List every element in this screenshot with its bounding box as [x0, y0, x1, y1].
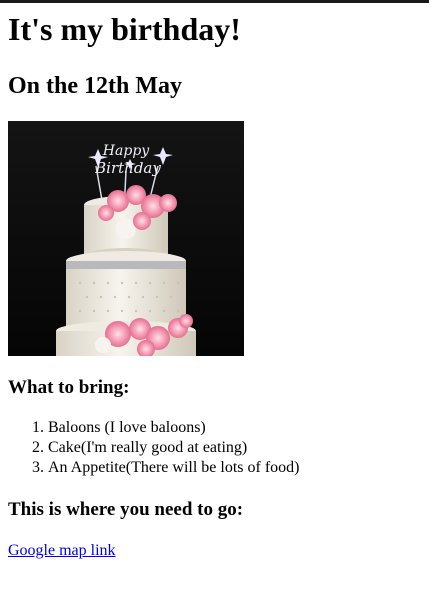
location-heading: This is where you need to go: — [8, 499, 244, 520]
page-title: It's my birthday! — [8, 11, 241, 47]
topper-text-line2: Birthday — [94, 159, 161, 177]
bring-heading: What to bring: — [8, 377, 130, 398]
window-top-edge — [0, 0, 429, 3]
list-item: An Appetite(There will be lots of food) — [48, 458, 418, 478]
topper-text-line1: Happy — [102, 143, 150, 159]
bring-list: Baloons (I love baloons) Cake(I'm really… — [8, 418, 418, 478]
list-item: Baloons (I love baloons) — [48, 418, 418, 438]
list-item: Cake(I'm really good at eating) — [48, 438, 418, 458]
birthday-cake-image: Happy Birthday — [8, 121, 244, 356]
page-subtitle: On the 12th May — [8, 73, 182, 99]
google-map-link[interactable]: Google map link — [8, 541, 116, 561]
